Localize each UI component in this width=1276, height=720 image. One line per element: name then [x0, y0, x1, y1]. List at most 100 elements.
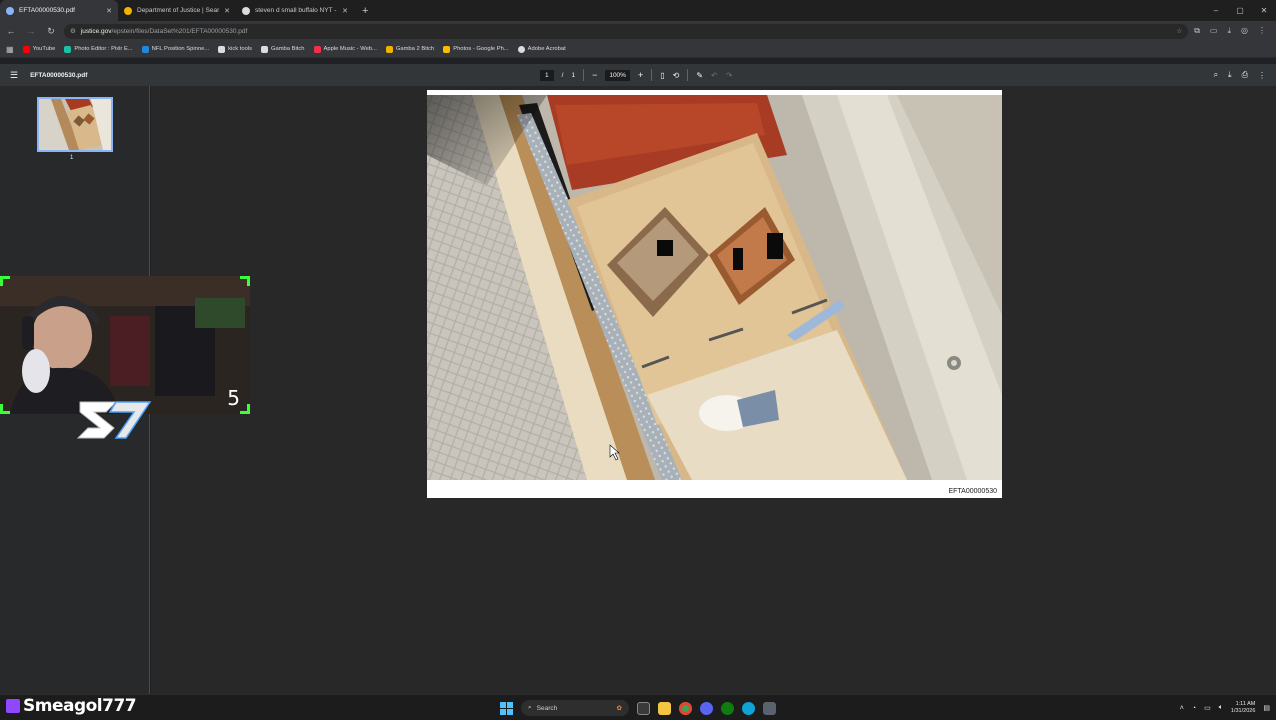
bookmark-nfl-spinner[interactable]: NFL Position Spinne... — [141, 45, 209, 53]
search-placeholder: Search — [536, 704, 558, 712]
fit-page-icon[interactable]: ▯ — [660, 71, 664, 80]
bookmark-gamba-2[interactable]: Gamba 2 Bitch — [385, 45, 434, 53]
divider — [583, 69, 585, 81]
coin-icon — [385, 45, 393, 53]
clock-time: 1:11 AM — [1235, 701, 1256, 707]
google-photos-icon — [443, 45, 451, 53]
bookmark-google-photos[interactable]: Photos - Google Ph... — [443, 45, 509, 53]
close-icon[interactable]: ✕ — [224, 7, 230, 15]
windows-start-icon[interactable] — [500, 701, 513, 715]
page-number-input[interactable]: 1 — [540, 69, 554, 81]
tab-google-search[interactable]: steven d small buffalo NYT - G ✕ — [236, 0, 354, 21]
bookmark-kick-tools[interactable]: kick tools — [218, 45, 252, 53]
back-button[interactable]: ← — [4, 24, 18, 38]
profile-icon[interactable]: ◎ — [1241, 26, 1248, 36]
taskbar-apps: ⌕ Search ✿ — [500, 699, 776, 717]
tab-title: steven d small buffalo NYT - G — [255, 7, 338, 14]
apps-grid-icon[interactable]: ▦ — [6, 45, 14, 54]
minimize-button[interactable]: – — [1204, 0, 1228, 21]
thumbnail-image — [39, 99, 111, 150]
calculator-icon[interactable] — [763, 701, 776, 715]
discord-icon[interactable] — [700, 701, 713, 715]
close-icon[interactable]: ✕ — [342, 7, 348, 15]
volume-icon[interactable]: 🔈︎ — [1219, 704, 1223, 712]
youtube-icon — [22, 45, 30, 53]
search-icon: ⌕ — [528, 704, 532, 711]
rotate-icon[interactable]: ⟲ — [673, 71, 680, 80]
bookmark-youtube[interactable]: YouTube — [22, 45, 56, 53]
pdf-favicon-icon — [6, 6, 14, 15]
frame-corner — [240, 404, 250, 414]
pdf-page-controls: 1 / 1 − 100% + ▯ ⟲ ✎ ↶ ↷ — [540, 64, 732, 86]
more-options-icon[interactable]: ⋮ — [1258, 71, 1266, 80]
print-icon[interactable]: ⎙ — [1242, 70, 1248, 80]
extensions-icon[interactable]: ⧉ — [1194, 26, 1200, 36]
pdf-page: EFTA00000530 — [427, 90, 1002, 498]
bookmark-adobe-acrobat[interactable]: Adobe Acrobat — [517, 45, 566, 53]
bookmark-label: Apple Music - Web... — [323, 46, 377, 52]
zoom-out-button[interactable]: − — [592, 70, 597, 80]
download-icon[interactable]: ⤓ — [1227, 26, 1231, 36]
pdf-toolbar: ☰ EFTA00000530.pdf 1 / 1 − 100% + ▯ ⟲ ✎ … — [0, 64, 1276, 86]
address-bar[interactable]: ⚙ justice.gov/epstein/files/DataSet%201/… — [64, 23, 1189, 39]
reload-button[interactable]: ↻ — [44, 24, 58, 38]
search-text-icon[interactable]: ⌕ — [1214, 70, 1218, 80]
forward-button[interactable]: → — [24, 24, 38, 38]
twitch-icon — [6, 699, 20, 713]
address-host: justice.gov — [80, 27, 112, 35]
window-controls: – ▢ ✕ — [1204, 0, 1276, 21]
frame-corner — [0, 404, 10, 414]
site-info-icon[interactable]: ⚙ — [70, 27, 76, 35]
clock[interactable]: 1:11 AM 1/31/2026 — [1231, 701, 1255, 715]
folder-icon — [218, 45, 226, 53]
tab-pdf[interactable]: EFTA00000530.pdf ✕ — [0, 0, 118, 21]
clock-date: 1/31/2026 — [1230, 708, 1256, 714]
undo-icon[interactable]: ↶ — [711, 71, 718, 80]
redo-icon[interactable]: ↷ — [726, 71, 733, 80]
chrome-icon[interactable] — [679, 701, 692, 715]
address-path: /epstein/files/DataSet%201/EFTA00000530.… — [111, 27, 248, 35]
bookmark-label: kick tools — [228, 46, 252, 52]
browser-toolbar: ← → ↻ ⚙ justice.gov/epstein/files/DataSe… — [0, 21, 1276, 41]
webcam-overlay: 5 — [0, 276, 250, 414]
xbox-icon[interactable] — [721, 701, 734, 715]
close-window-button[interactable]: ✕ — [1252, 0, 1276, 21]
download-icon[interactable]: ⤓ — [1228, 70, 1232, 80]
hamburger-menu-icon[interactable]: ☰ — [10, 70, 18, 81]
edge-icon[interactable] — [742, 701, 755, 715]
frame-corner — [240, 276, 250, 286]
zoom-in-button[interactable]: + — [638, 70, 643, 80]
annotate-icon[interactable]: ✎ — [696, 71, 703, 80]
taskbar-search[interactable]: ⌕ Search ✿ — [521, 700, 629, 716]
battery-icon[interactable]: ▭ — [1204, 704, 1211, 712]
streamer-name: Smeagol777 — [23, 696, 137, 716]
tab-strip: EFTA00000530.pdf ✕ Department of Justice… — [0, 0, 1276, 21]
page-separator: / — [561, 71, 564, 79]
task-view-icon[interactable] — [637, 701, 650, 715]
bookmark-label: YouTube — [32, 46, 56, 52]
bookmark-star-icon[interactable]: ☆ — [1176, 27, 1182, 35]
tab-title: EFTA00000530.pdf — [19, 7, 75, 14]
tab-doj-search[interactable]: Department of Justice | Search ✕ — [118, 0, 236, 21]
google-favicon-icon — [242, 6, 250, 15]
network-icon[interactable]: ◔ — [1192, 705, 1196, 712]
bookmark-apple-music[interactable]: Apple Music - Web... — [313, 45, 377, 53]
windows-taskbar: Smeagol777 ⌕ Search ✿ ˄ ◔ ▭ 🔈︎ 1:11 AM 1… — [0, 694, 1276, 720]
restore-button[interactable]: ▢ — [1228, 0, 1252, 21]
notification-icon[interactable]: ▤ — [1263, 704, 1270, 712]
close-icon[interactable]: ✕ — [106, 7, 112, 15]
bookmark-pixlr[interactable]: Photo Editor : Pixlr E... — [64, 45, 133, 53]
nfl-icon — [141, 45, 149, 53]
file-explorer-icon[interactable] — [658, 701, 671, 715]
page-thumbnail[interactable] — [37, 97, 113, 152]
bookmark-label: Gamba Bitch — [270, 46, 305, 52]
menu-icon[interactable]: ⋮ — [1258, 26, 1266, 36]
apple-music-icon — [313, 45, 321, 53]
zoom-level-input[interactable]: 100% — [605, 69, 630, 81]
cast-icon[interactable]: ▭ — [1210, 26, 1218, 36]
pdf-actions: ⌕ ⤓ ⎙ ⋮ — [1214, 64, 1266, 86]
tray-chevron-icon[interactable]: ˄ — [1180, 705, 1184, 712]
stream-counter: 5 — [227, 386, 240, 410]
bookmark-gamba[interactable]: Gamba Bitch — [260, 45, 305, 53]
new-tab-button[interactable]: + — [354, 5, 376, 17]
